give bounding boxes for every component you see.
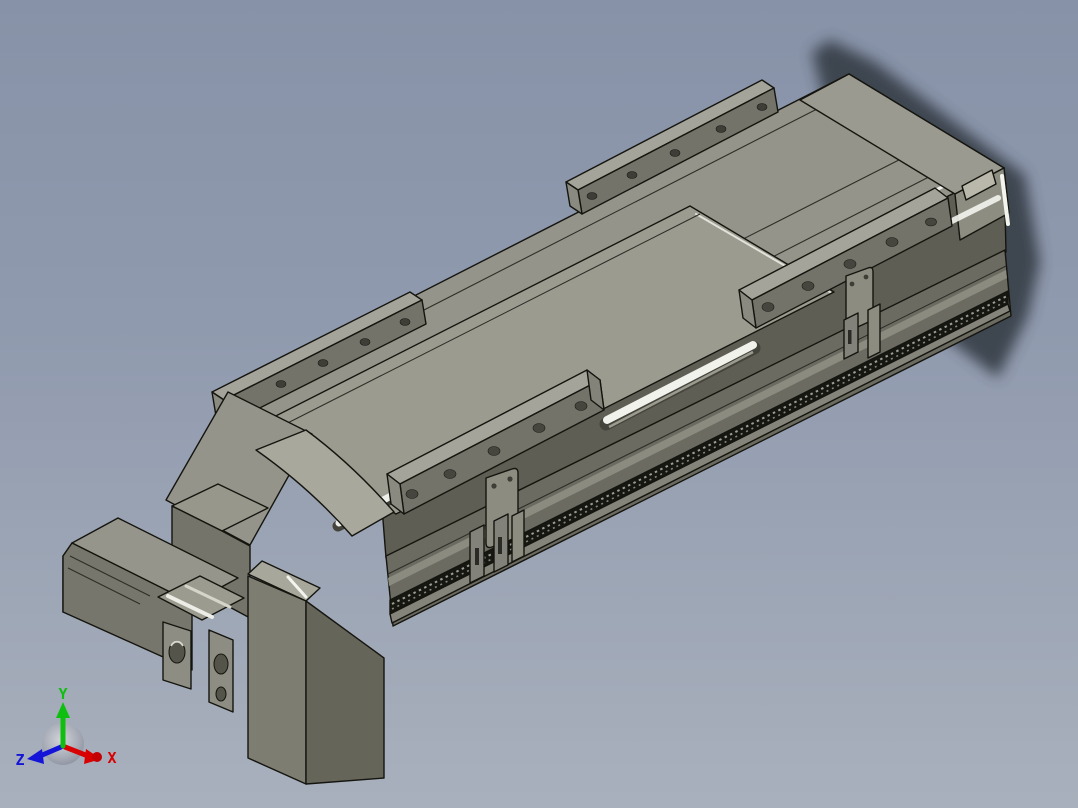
orientation-triad[interactable]: Z X Y — [15, 685, 116, 769]
end-cover-block — [247, 560, 385, 785]
cad-viewport[interactable]: Z X Y — [0, 0, 1078, 808]
y-axis-label: Y — [58, 685, 67, 703]
gearbox-flange-tabs — [162, 621, 234, 713]
z-axis-label: Z — [15, 751, 24, 769]
3d-scene[interactable]: Z X Y — [0, 0, 1078, 808]
x-axis-label: X — [107, 749, 116, 767]
